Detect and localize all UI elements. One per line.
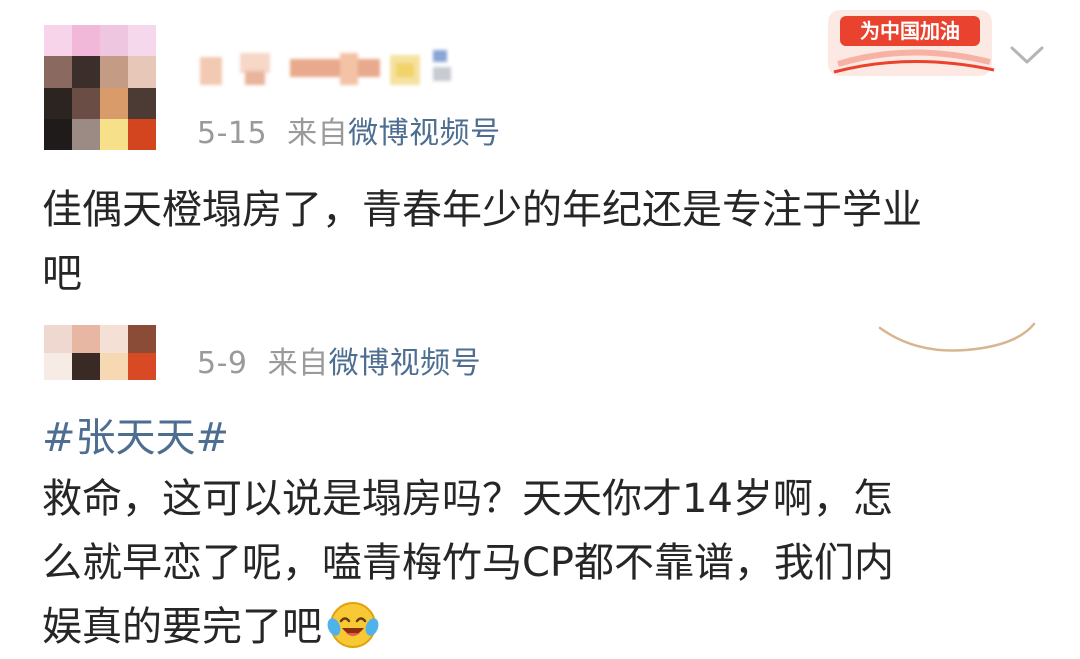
post2-source-prefix: 来自 — [267, 346, 329, 381]
post2-body-line-1: 救命，这可以说是塌房吗？天天你才14岁啊，怎 — [42, 476, 893, 522]
post2-body: 救命，这可以说是塌房吗？天天你才14岁啊，怎 么就早恋了呢，嗑青梅竹马CP都不靠… — [42, 467, 1042, 659]
chevron-down-icon[interactable] — [1008, 42, 1046, 68]
post1-body-line-2: 吧 — [42, 251, 82, 297]
post2-meta: 5-9 来自微博视频号 — [197, 338, 481, 382]
post2-body-line-2: 么就早恋了呢，嗑青梅竹马CP都不靠谱，我们内 — [42, 540, 895, 586]
post1-body-line-1: 佳偶天橙塌房了，青春年少的年纪还是专注于学业 — [42, 187, 922, 233]
post1-avatar[interactable] — [44, 25, 156, 150]
post1-meta: 5-15 来自微博视频号 — [197, 108, 501, 152]
hashtag-link[interactable]: #张天天# — [42, 405, 229, 463]
badge-label: 为中国加油 — [860, 19, 960, 43]
badge-for-china-icon: 为中国加油 — [828, 10, 995, 76]
post1-source-prefix: 来自 — [287, 116, 349, 151]
post2-avatar[interactable] — [44, 325, 156, 380]
laugh-cry-emoji-icon — [327, 602, 379, 648]
post1-source-link[interactable]: 微博视频号 — [348, 116, 501, 151]
post1-username-blurred[interactable] — [190, 45, 470, 90]
post2-body-line-3: 娱真的要完了吧 — [42, 595, 1042, 659]
post2-date: 5-9 — [197, 346, 248, 381]
post1-date: 5-15 — [197, 116, 268, 151]
post2-source-link[interactable]: 微博视频号 — [329, 346, 482, 381]
decorative-curve — [878, 322, 1036, 352]
post2-body-line-3-text: 娱真的要完了吧 — [42, 604, 322, 650]
post1-body: 佳偶天橙塌房了，青春年少的年纪还是专注于学业 吧 — [42, 178, 1042, 306]
